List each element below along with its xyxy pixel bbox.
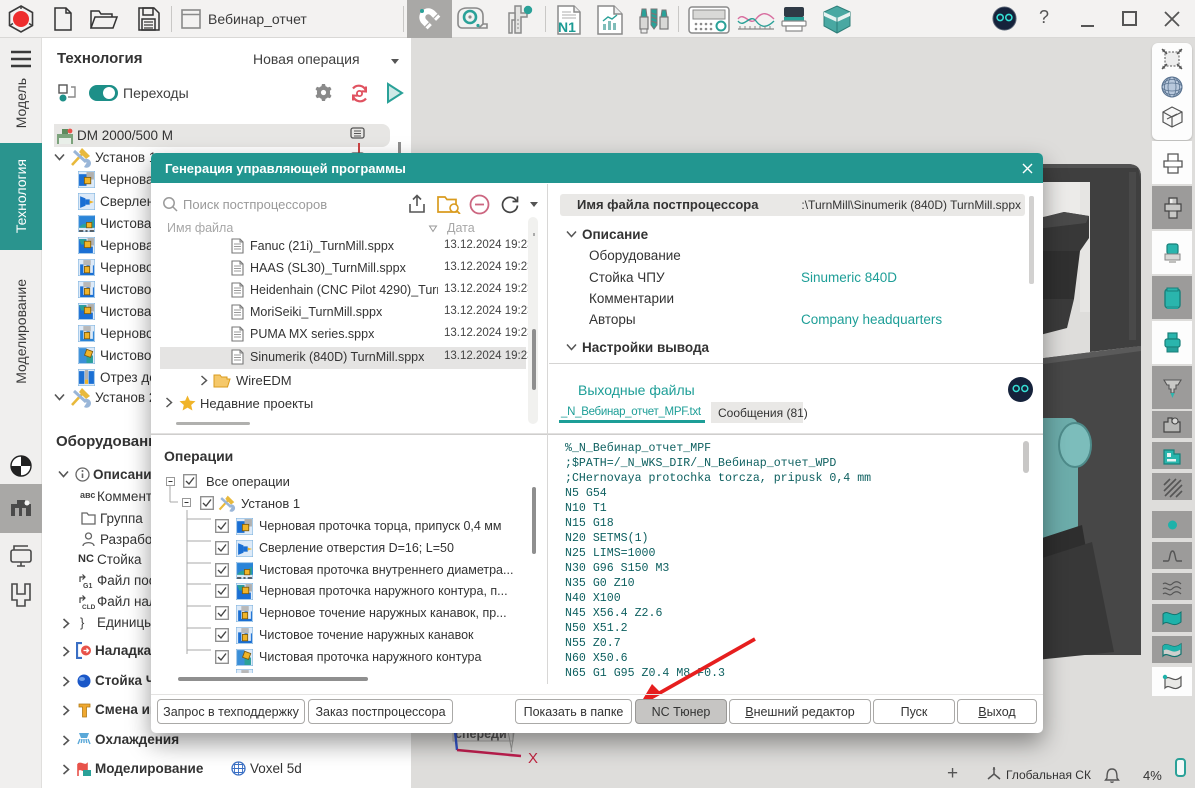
- svg-text:N1: N1: [558, 19, 576, 35]
- svg-text:X: X: [528, 750, 538, 767]
- svg-text:G1: G1: [83, 583, 92, 590]
- svg-text:CLD: CLD: [82, 604, 95, 611]
